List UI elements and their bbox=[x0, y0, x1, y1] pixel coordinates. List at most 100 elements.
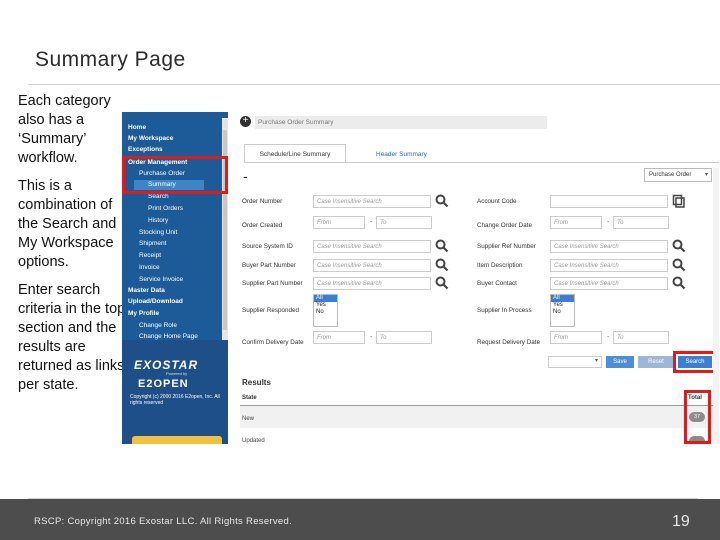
copy-icon[interactable] bbox=[672, 194, 686, 208]
supplier-part-number-input[interactable]: Case Insensitive Search bbox=[313, 277, 431, 290]
search-icon[interactable] bbox=[672, 258, 686, 272]
sidebar-item-search[interactable]: Search bbox=[148, 193, 169, 200]
e2open-logo: E2OPEN bbox=[138, 378, 189, 390]
highlight-box-nav bbox=[122, 156, 228, 194]
sidebar-item-master-data[interactable]: Master Data bbox=[128, 287, 165, 294]
sidebar-item-home[interactable]: Home bbox=[128, 124, 146, 131]
supplier-in-process-list[interactable]: All Yes No bbox=[550, 294, 575, 327]
source-system-id-label: Source System ID bbox=[242, 243, 293, 250]
change-order-from[interactable]: From bbox=[550, 216, 602, 229]
buyer-contact-label: Buyer Contact bbox=[477, 280, 517, 287]
view-select[interactable]: Purchase Order ▾ bbox=[644, 168, 712, 182]
bullet-text: This is a combination of the Search and … bbox=[18, 178, 117, 270]
range-separator: - bbox=[607, 334, 610, 341]
collapse-toggle[interactable]: - bbox=[243, 168, 248, 184]
list-option[interactable]: All bbox=[314, 295, 337, 302]
save-button[interactable]: Save bbox=[606, 356, 634, 368]
table-row bbox=[240, 406, 719, 428]
search-icon[interactable] bbox=[672, 239, 686, 253]
exostar-logo: EXOSTAR bbox=[134, 358, 199, 372]
title-divider bbox=[28, 84, 720, 85]
bullet-text: Each category also has a ‘Summary’ workf… bbox=[18, 93, 111, 166]
sidebar-item-change-role[interactable]: Change Role bbox=[139, 322, 177, 329]
list-option[interactable]: Yes bbox=[314, 302, 337, 309]
order-number-label: Order Number bbox=[242, 198, 283, 205]
footer-copyright: RSCP: Copyright 2016 Exostar LLC. All Ri… bbox=[34, 516, 293, 527]
range-separator: - bbox=[370, 219, 373, 226]
add-icon[interactable]: + bbox=[240, 116, 251, 127]
copyright-text: Copyright (c) 2000 2016 E2open, Inc. All… bbox=[130, 394, 220, 406]
chevron-down-icon: ▾ bbox=[594, 358, 598, 364]
tab-header-summary[interactable]: Header Summary bbox=[376, 151, 427, 158]
range-separator: - bbox=[607, 219, 610, 226]
sidebar-item-upload-download[interactable]: Upload/Download bbox=[128, 298, 183, 305]
supplier-ref-number-input[interactable]: Case Insensitive Search bbox=[550, 240, 668, 253]
page-header-title: Purchase Order Summary bbox=[258, 119, 334, 126]
tabs-divider bbox=[244, 162, 719, 163]
reset-button[interactable]: Reset bbox=[638, 356, 674, 368]
supplier-in-process-label: Supplier In Process bbox=[477, 307, 532, 314]
search-icon[interactable] bbox=[435, 276, 449, 290]
order-created-label: Order Created bbox=[242, 222, 283, 229]
supplier-responded-list[interactable]: All Yes No bbox=[313, 294, 338, 327]
sidebar-item-receipt[interactable]: Receipt bbox=[139, 252, 161, 259]
chevron-down-icon: ▾ bbox=[704, 172, 708, 178]
supplier-ref-number-label: Supplier Ref Number bbox=[477, 243, 536, 250]
sidebar-item-my-profile[interactable]: My Profile bbox=[128, 310, 159, 317]
list-option[interactable]: Yes bbox=[551, 302, 574, 309]
search-icon[interactable] bbox=[435, 258, 449, 272]
confirm-delivery-from[interactable]: From bbox=[313, 331, 365, 344]
sidebar-item-print-orders[interactable]: Print Orders bbox=[148, 205, 183, 212]
confirm-delivery-to[interactable]: To bbox=[376, 331, 432, 344]
buyer-part-number-label: Buyer Part Number bbox=[242, 262, 296, 269]
tab-schedule-line-summary[interactable]: Schedule/Line Summary bbox=[244, 144, 346, 162]
nav-footer-button[interactable] bbox=[132, 436, 222, 444]
buyer-part-number-input[interactable]: Case Insensitive Search bbox=[313, 259, 431, 272]
request-delivery-date-label: Request Delivery Date bbox=[477, 339, 540, 346]
source-system-id-input[interactable]: Case Insensitive Search bbox=[313, 240, 431, 253]
content-scrollbar[interactable] bbox=[713, 168, 719, 444]
range-separator: - bbox=[370, 334, 373, 341]
confirm-delivery-date-label: Confirm Delivery Date bbox=[242, 339, 304, 346]
order-created-from[interactable]: From bbox=[313, 216, 365, 229]
row-state: New bbox=[242, 416, 255, 422]
list-option[interactable]: All bbox=[551, 295, 574, 302]
sidebar-item-exceptions[interactable]: Exceptions bbox=[128, 146, 163, 153]
supplier-part-number-label: Supplier Part Number bbox=[242, 280, 303, 287]
saved-search-select[interactable]: ▾ bbox=[548, 356, 602, 368]
bullet-text: Enter search criteria in the top section… bbox=[18, 282, 126, 393]
sidebar-item-shipment[interactable]: Shipment bbox=[139, 240, 166, 247]
col-header-state: State bbox=[242, 395, 257, 401]
list-option[interactable]: No bbox=[551, 309, 574, 316]
item-description-label: Item Description bbox=[477, 262, 523, 269]
search-icon[interactable] bbox=[435, 194, 449, 208]
sidebar-item-stocking-unit[interactable]: Stocking Unit bbox=[139, 229, 177, 236]
results-title: Results bbox=[242, 378, 271, 387]
sidebar-item-history[interactable]: History bbox=[148, 217, 168, 224]
powered-by-label: Powered by bbox=[166, 371, 188, 376]
list-option[interactable]: No bbox=[314, 309, 337, 316]
item-description-input[interactable]: Case Insensitive Search bbox=[550, 259, 668, 272]
order-created-to[interactable]: To bbox=[376, 216, 432, 229]
page-number: 19 bbox=[672, 513, 690, 530]
buyer-contact-input[interactable]: Case Insensitive Search bbox=[550, 277, 668, 290]
highlight-box-totals bbox=[684, 390, 711, 444]
sidebar-item-invoice[interactable]: Invoice bbox=[139, 264, 160, 271]
highlight-box-search bbox=[673, 351, 717, 373]
sidebar-item-change-home-page[interactable]: Change Home Page bbox=[139, 333, 198, 340]
app-screenshot: Home My Workspace Exceptions Order Manag… bbox=[122, 112, 719, 444]
account-code-label: Account Code bbox=[477, 198, 517, 205]
sidebar-item-service-invoice[interactable]: Service Invoice bbox=[139, 276, 183, 283]
request-delivery-from[interactable]: From bbox=[550, 331, 602, 344]
supplier-responded-label: Supplier Responded bbox=[242, 307, 300, 314]
request-delivery-to[interactable]: To bbox=[613, 331, 669, 344]
change-order-to[interactable]: To bbox=[613, 216, 669, 229]
row-state: Updated bbox=[242, 438, 265, 444]
view-select-value: Purchase Order bbox=[649, 172, 692, 178]
search-icon[interactable] bbox=[435, 239, 449, 253]
search-icon[interactable] bbox=[672, 276, 686, 290]
order-number-input[interactable]: Case Insensitive Search bbox=[313, 195, 431, 208]
bullet-list: Each category also has a ‘Summary’ workf… bbox=[18, 92, 126, 404]
account-code-input[interactable] bbox=[550, 195, 668, 208]
sidebar-item-my-workspace[interactable]: My Workspace bbox=[128, 135, 173, 142]
